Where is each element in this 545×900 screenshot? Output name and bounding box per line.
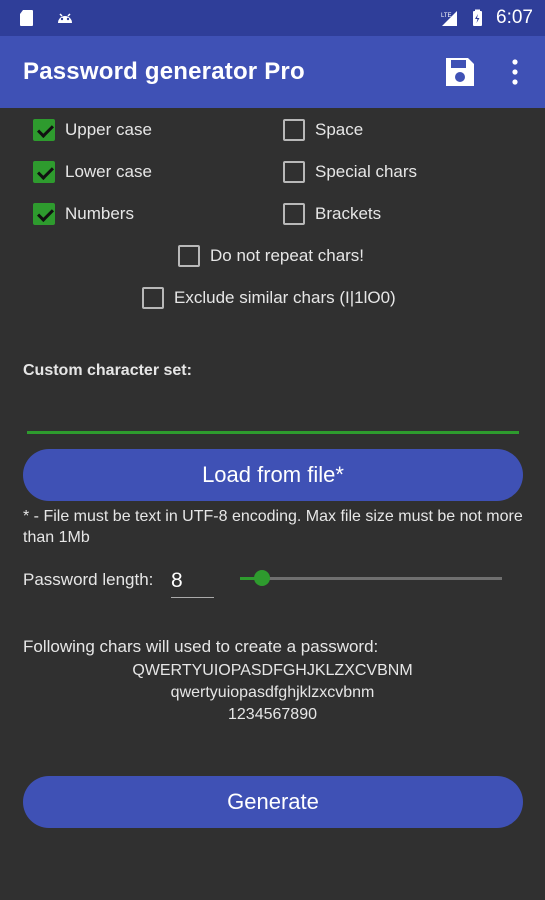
- file-note: * - File must be text in UTF-8 encoding.…: [23, 508, 523, 546]
- chars-preview-line: qwertyuiopasdfghjklzxcvbnm: [170, 684, 375, 701]
- checkbox-label: Space: [315, 120, 364, 139]
- password-length-slider[interactable]: [240, 570, 502, 586]
- checkbox-label: Brackets: [315, 204, 382, 223]
- checkbox-unchecked-icon: [283, 203, 305, 225]
- checkbox-unchecked-icon: [283, 119, 305, 141]
- checkbox-label: Lower case: [65, 162, 152, 181]
- checkbox-unchecked-icon: [283, 161, 305, 183]
- android-icon: [58, 13, 72, 23]
- checkbox-unchecked-icon: [178, 245, 200, 267]
- custom-set-label: Custom character set:: [23, 362, 192, 379]
- checkbox-label: Do not repeat chars!: [210, 246, 365, 265]
- load-from-file-button[interactable]: Load from file*: [23, 449, 523, 501]
- clock-time: 6:07: [496, 7, 533, 28]
- chars-preview-line: QWERTYUIOPASDFGHJKLZXCVBNM: [132, 662, 413, 679]
- checkbox-exclude-similar[interactable]: Exclude similar chars (I|1lO0): [142, 287, 396, 309]
- checkbox-do-not-repeat[interactable]: Do not repeat chars!: [178, 245, 364, 267]
- checkbox-checked-icon: [33, 203, 55, 225]
- checkbox-special-chars[interactable]: Special chars: [283, 161, 417, 183]
- checkbox-checked-icon: [33, 161, 55, 183]
- checkbox-upper-case[interactable]: Upper case: [33, 119, 152, 141]
- password-length-input[interactable]: [171, 564, 214, 598]
- chars-preview-line: 1234567890: [228, 706, 317, 723]
- checkbox-label: Special chars: [315, 162, 418, 181]
- checkbox-space[interactable]: Space: [283, 119, 363, 141]
- checkbox-numbers[interactable]: Numbers: [33, 203, 134, 225]
- slider-thumb[interactable]: [254, 570, 270, 586]
- sd-card-icon: [20, 10, 33, 26]
- checkbox-label: Exclude similar chars (I|1lO0): [174, 288, 396, 307]
- battery-charging-icon: [473, 9, 483, 26]
- checkbox-label: Upper case: [65, 120, 152, 139]
- save-icon[interactable]: [443, 55, 477, 89]
- checkbox-unchecked-icon: [142, 287, 164, 309]
- app-title: Password generator Pro: [23, 58, 305, 85]
- svg-text:LTE: LTE: [441, 13, 452, 19]
- chars-preview-title: Following chars will used to create a pa…: [23, 637, 379, 656]
- more-vert-icon[interactable]: [507, 57, 523, 87]
- generate-button[interactable]: Generate: [23, 776, 523, 828]
- password-length-label: Password length:: [23, 570, 154, 589]
- checkbox-brackets[interactable]: Brackets: [283, 203, 381, 225]
- checkbox-checked-icon: [33, 119, 55, 141]
- status-bar: LTE 6:07: [0, 0, 545, 36]
- checkbox-lower-case[interactable]: Lower case: [33, 161, 152, 183]
- custom-set-input[interactable]: [27, 400, 519, 434]
- lte-signal-icon: LTE: [441, 11, 458, 26]
- checkbox-label: Numbers: [65, 204, 134, 223]
- app-bar: Password generator Pro: [0, 36, 545, 108]
